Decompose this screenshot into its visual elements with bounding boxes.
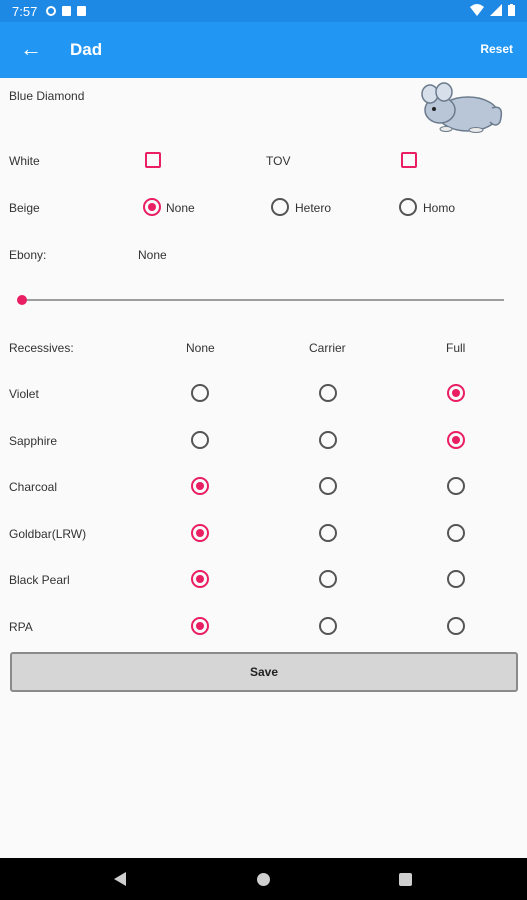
sapphire-none-radio[interactable] xyxy=(191,431,209,449)
status-time: 7:57 xyxy=(12,4,38,19)
chinchilla-image xyxy=(421,82,503,133)
violet-full-radio[interactable] xyxy=(447,384,465,402)
recessive-column-none: None xyxy=(186,341,215,355)
nav-back-icon[interactable] xyxy=(114,872,126,886)
notification-icon xyxy=(62,6,71,16)
goldbar-carrier-radio[interactable] xyxy=(319,524,337,542)
goldbar-full-radio[interactable] xyxy=(447,524,465,542)
white-label: White xyxy=(9,154,40,168)
beige-none-label: None xyxy=(166,201,195,215)
goldbar-none-radio[interactable] xyxy=(191,524,209,542)
reset-button[interactable]: Reset xyxy=(480,42,513,56)
recessive-row-label: Sapphire xyxy=(9,434,58,448)
system-nav-bar xyxy=(0,858,527,900)
nav-home-icon[interactable] xyxy=(257,873,270,886)
charcoal-full-radio[interactable] xyxy=(447,477,465,495)
back-arrow-icon[interactable]: ← xyxy=(20,36,42,62)
rpa-full-radio[interactable] xyxy=(447,617,465,635)
sd-card-icon xyxy=(77,6,86,16)
app-bar: ← Dad Reset xyxy=(0,22,527,78)
recessive-row-label: RPA xyxy=(9,620,33,634)
violet-carrier-radio[interactable] xyxy=(319,384,337,402)
settings-icon xyxy=(46,6,56,16)
status-bar: 7:57 xyxy=(0,0,527,22)
recessive-row-label: Violet xyxy=(9,387,39,401)
recessive-row-label: Goldbar(LRW) xyxy=(9,527,87,541)
white-checkbox[interactable] xyxy=(145,152,161,168)
tov-label: TOV xyxy=(266,154,291,168)
beige-hetero-label: Hetero xyxy=(295,201,332,215)
wifi-icon xyxy=(470,4,484,16)
beige-label: Beige xyxy=(9,201,40,215)
battery-icon xyxy=(508,4,515,16)
black-pearl-carrier-radio[interactable] xyxy=(319,570,337,588)
save-button[interactable]: Save xyxy=(10,652,518,692)
charcoal-carrier-radio[interactable] xyxy=(319,477,337,495)
beige-none-radio[interactable] xyxy=(143,198,161,216)
black-pearl-none-radio[interactable] xyxy=(191,570,209,588)
recessives-label: Recessives: xyxy=(9,341,74,355)
sapphire-carrier-radio[interactable] xyxy=(319,431,337,449)
recessive-column-carrier: Carrier xyxy=(309,341,346,355)
signal-icon xyxy=(490,4,502,16)
charcoal-none-radio[interactable] xyxy=(191,477,209,495)
recessive-column-full: Full xyxy=(446,341,466,355)
ebony-label: Ebony: xyxy=(9,248,47,262)
tov-checkbox[interactable] xyxy=(401,152,417,168)
ebony-slider-track[interactable] xyxy=(22,299,504,301)
beige-hetero-radio[interactable] xyxy=(271,198,289,216)
nav-recents-icon[interactable] xyxy=(399,873,412,886)
beige-homo-radio[interactable] xyxy=(399,198,417,216)
sapphire-full-radio[interactable] xyxy=(447,431,465,449)
rpa-none-radio[interactable] xyxy=(191,617,209,635)
color-name-label: Blue Diamond xyxy=(9,89,85,103)
ebony-value: None xyxy=(138,248,167,262)
rpa-carrier-radio[interactable] xyxy=(319,617,337,635)
page-title: Dad xyxy=(70,40,103,59)
ebony-slider-thumb[interactable] xyxy=(17,295,27,305)
recessive-row-label: Black Pearl xyxy=(9,573,70,587)
beige-homo-label: Homo xyxy=(423,201,456,215)
violet-none-radio[interactable] xyxy=(191,384,209,402)
recessive-row-label: Charcoal xyxy=(9,480,58,494)
black-pearl-full-radio[interactable] xyxy=(447,570,465,588)
